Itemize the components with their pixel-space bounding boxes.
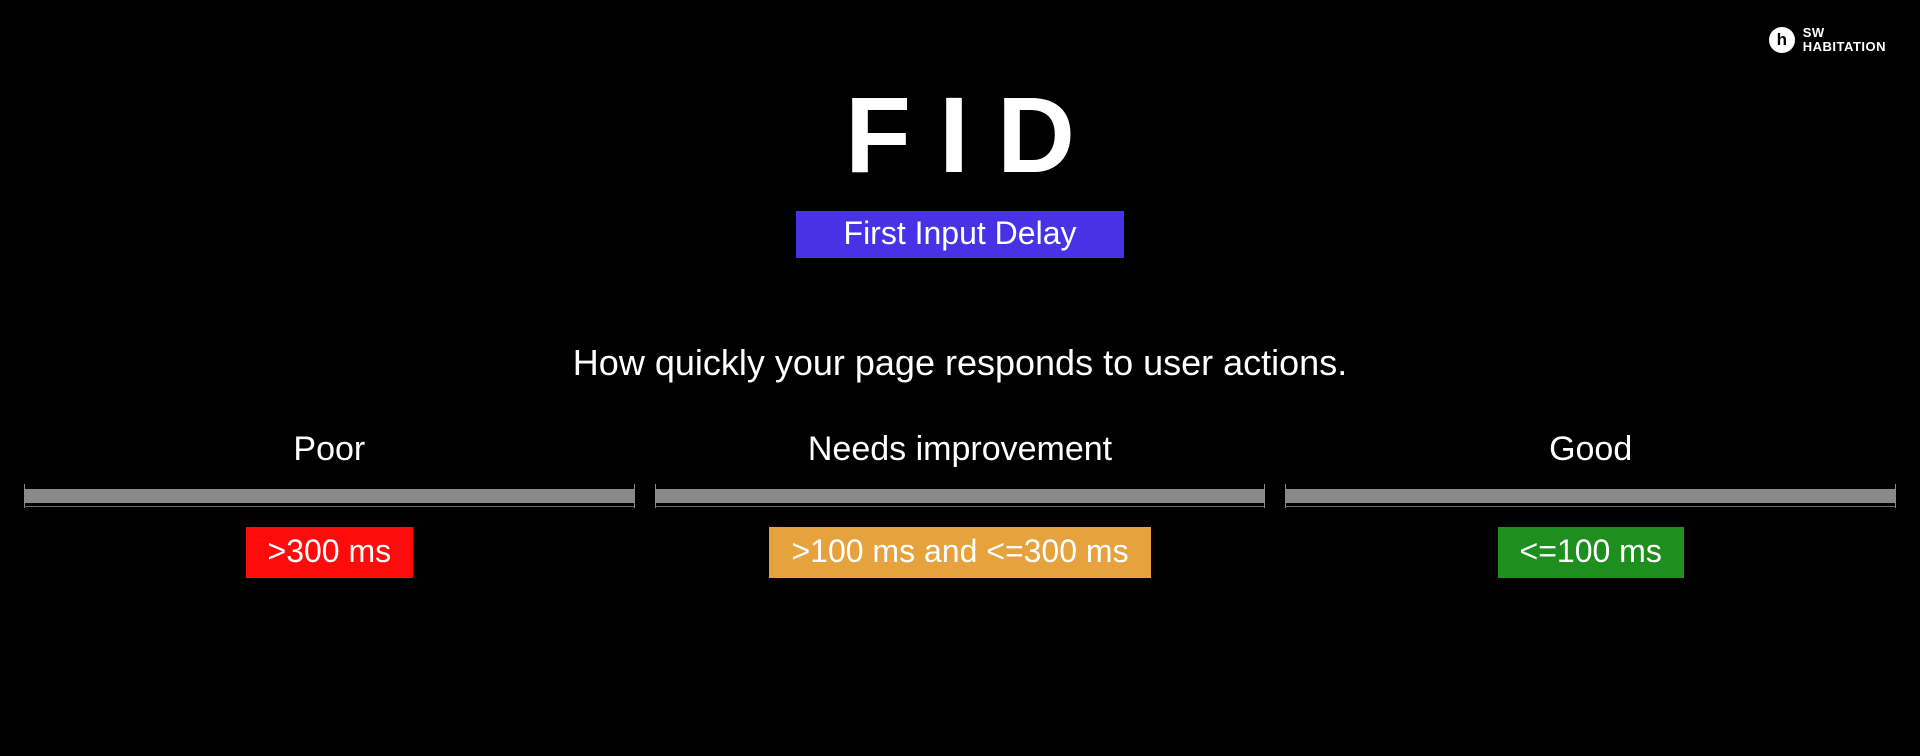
bucket-good: Good <=100 ms xyxy=(1285,430,1896,578)
brand-logo-line1: SW xyxy=(1803,26,1886,40)
bucket-poor-bar-underline xyxy=(24,506,635,507)
slide-canvas: h SW HABITATION FID First Input Delay Ho… xyxy=(0,0,1920,756)
bucket-needs-improvement: Needs improvement >100 ms and <=300 ms xyxy=(655,430,1266,578)
bucket-poor-bar xyxy=(24,489,635,503)
brand-logo-line2: HABITATION xyxy=(1803,40,1886,54)
brand-logo-mark-icon: h xyxy=(1769,27,1795,53)
bucket-needs-label: Needs improvement xyxy=(808,430,1112,469)
bucket-poor-value-badge: >300 ms xyxy=(246,527,414,578)
bucket-good-value-badge: <=100 ms xyxy=(1498,527,1684,578)
bucket-needs-bar xyxy=(655,489,1266,503)
threshold-buckets: Poor >300 ms Needs improvement >100 ms a… xyxy=(0,430,1920,578)
bucket-good-label: Good xyxy=(1549,430,1632,469)
bucket-poor: Poor >300 ms xyxy=(24,430,635,578)
bucket-needs-value-badge: >100 ms and <=300 ms xyxy=(769,527,1150,578)
brand-logo-text: SW HABITATION xyxy=(1803,26,1886,53)
brand-logo: h SW HABITATION xyxy=(1769,26,1886,53)
bucket-good-bar xyxy=(1285,489,1896,503)
bucket-poor-label: Poor xyxy=(293,430,365,469)
metric-subtitle-badge: First Input Delay xyxy=(796,211,1125,258)
metric-acronym: FID xyxy=(817,72,1103,197)
bucket-needs-bar-underline xyxy=(655,506,1266,507)
brand-logo-mark-letter: h xyxy=(1777,31,1787,48)
headline-block: FID First Input Delay How quickly your p… xyxy=(0,72,1920,384)
metric-tagline: How quickly your page responds to user a… xyxy=(0,342,1920,384)
bucket-good-bar-underline xyxy=(1285,506,1896,507)
